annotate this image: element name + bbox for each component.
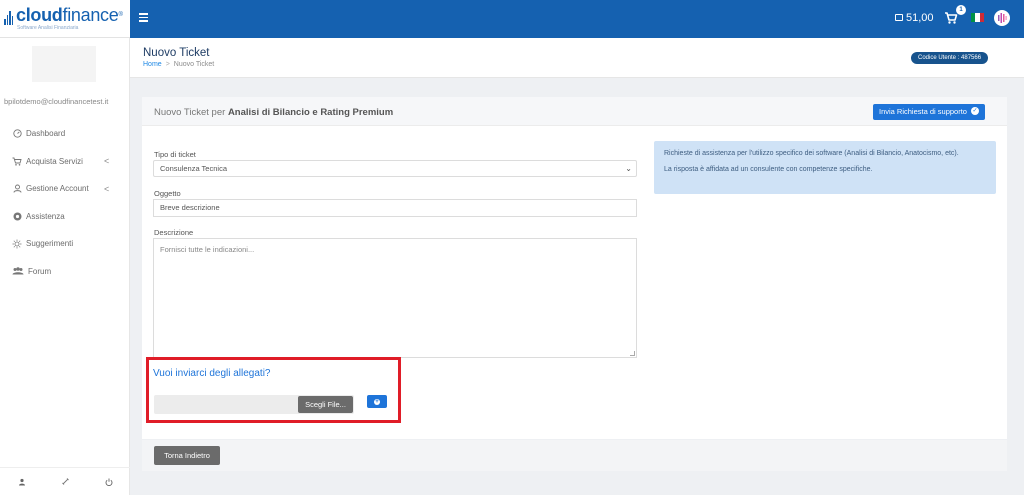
sidebar: bpilotdemo@cloudfinancetest.it Dashboard… [0, 38, 130, 495]
brand-tagline: Software Analisi Finanziaria [17, 25, 79, 31]
plus-circle-icon: + [374, 398, 380, 405]
sidebar-item-label: Assistenza [26, 211, 65, 221]
chevron-down-icon: ⌄ [625, 164, 632, 173]
credit-card-icon [895, 13, 903, 21]
check-circle-icon: ✓ [971, 107, 980, 116]
subject-value: Breve descrizione [160, 203, 220, 212]
sidebar-item-label: Suggerimenti [26, 239, 74, 249]
sidebar-item-acquista-servizi[interactable]: Acquista Servizi < [0, 148, 130, 176]
lightbulb-icon [12, 239, 22, 249]
breadcrumb-home-link[interactable]: Home [143, 61, 162, 68]
sidebar-avatar [32, 46, 96, 82]
credit-balance[interactable]: 51,00 [895, 12, 934, 24]
form-footer: Torna Indietro [142, 440, 1007, 471]
breadcrumb-separator: > [165, 61, 170, 68]
cart-icon[interactable] [944, 11, 958, 25]
attachments-question: Vuoi inviarci degli allegati? [153, 368, 271, 379]
breadcrumb-current: Nuovo Ticket [173, 61, 215, 68]
info-text-2: La risposta è affidata ad un consulente … [664, 166, 873, 173]
sidebar-item-label: Dashboard [26, 129, 66, 139]
card-header: Nuovo Ticket per Analisi di Bilancio e R… [142, 97, 1007, 126]
choose-file-button[interactable]: Scegli File... [298, 396, 353, 413]
brand-logo[interactable]: cloudfinance® Software Analisi Finanziar… [0, 0, 130, 38]
ticket-type-value: Consulenza Tecnica [160, 164, 227, 173]
settings-icon[interactable] [61, 477, 70, 486]
chevron-left-icon: < [104, 156, 110, 167]
top-bar: 51,00 1 [0, 0, 1024, 38]
sidebar-footer [0, 467, 130, 495]
subject-input[interactable]: Breve descrizione [153, 199, 637, 217]
avatar-icon[interactable] [994, 10, 1010, 26]
users-icon [12, 266, 24, 276]
back-button[interactable]: Torna Indietro [154, 446, 220, 465]
brand-name-bold: cloud [16, 5, 63, 25]
user-icon[interactable] [18, 478, 26, 486]
add-attachment-button[interactable]: + [367, 395, 387, 408]
send-support-request-button[interactable]: Invia Richiesta di supporto ✓ [873, 104, 986, 120]
send-support-request-label: Invia Richiesta di supporto [879, 107, 967, 116]
power-icon[interactable] [105, 478, 113, 486]
ticket-type-label: Tipo di ticket [154, 150, 196, 159]
credit-amount: 51,00 [906, 12, 934, 24]
info-text-1: Richieste di assistenza per l'utilizzo s… [664, 150, 959, 157]
page-header: Nuovo Ticket Home > Nuovo Ticket Codice Ut… [130, 38, 1024, 78]
description-textarea[interactable]: Fornisci tutte le indicazioni... [153, 238, 637, 358]
chevron-left-icon: < [104, 183, 110, 194]
sidebar-item-label: Acquista Servizi [26, 156, 83, 166]
cart-count-badge: 1 [956, 5, 966, 15]
sidebar-item-gestione-account[interactable]: Gestione Account < [0, 175, 130, 203]
sidebar-nav: Dashboard Acquista Servizi < Gestione Ac… [0, 120, 130, 285]
italy-flag-icon[interactable] [971, 13, 984, 22]
lifebuoy-icon [12, 211, 22, 221]
brand-registered: ® [118, 12, 123, 18]
card-title-product: Analisi di Bilancio e Rating Premium [227, 107, 394, 118]
page-title: Nuovo Ticket [143, 47, 210, 59]
sidebar-item-label: Forum [28, 266, 52, 276]
dashboard-icon [12, 129, 22, 139]
file-input[interactable]: Scegli File... [154, 395, 354, 414]
logo-bars-icon [4, 9, 14, 25]
sidebar-item-forum[interactable]: Forum [0, 258, 130, 286]
subject-label: Oggetto [154, 189, 181, 198]
brand-name-thin: finance [62, 5, 119, 25]
cart-icon [12, 156, 22, 166]
info-box: Richieste di assistenza per l'utilizzo s… [654, 141, 996, 194]
user-code-badge: Codice Utente : 487566 [911, 52, 989, 64]
user-icon [12, 184, 22, 194]
ticket-form-card: Nuovo Ticket per Analisi di Bilancio e R… [142, 97, 1007, 439]
breadcrumb: Home > Nuovo Ticket [143, 61, 214, 68]
sidebar-item-label: Gestione Account [26, 184, 89, 194]
sidebar-item-suggerimenti[interactable]: Suggerimenti [0, 230, 130, 258]
sidebar-item-assistenza[interactable]: Assistenza [0, 203, 130, 231]
menu-icon[interactable] [139, 13, 148, 22]
resize-grip-icon[interactable] [630, 351, 635, 356]
user-email: bpilotdemo@cloudfinancetest.it [4, 97, 109, 106]
description-label: Descrizione [154, 228, 194, 237]
sidebar-item-dashboard[interactable]: Dashboard [0, 120, 130, 148]
description-placeholder: Fornisci tutte le indicazioni... [160, 245, 255, 254]
card-title-prefix: Nuovo Ticket per [154, 107, 226, 118]
card-title: Nuovo Ticket per Analisi di Bilancio e R… [154, 107, 393, 118]
ticket-type-select[interactable]: Consulenza Tecnica ⌄ [153, 160, 637, 177]
